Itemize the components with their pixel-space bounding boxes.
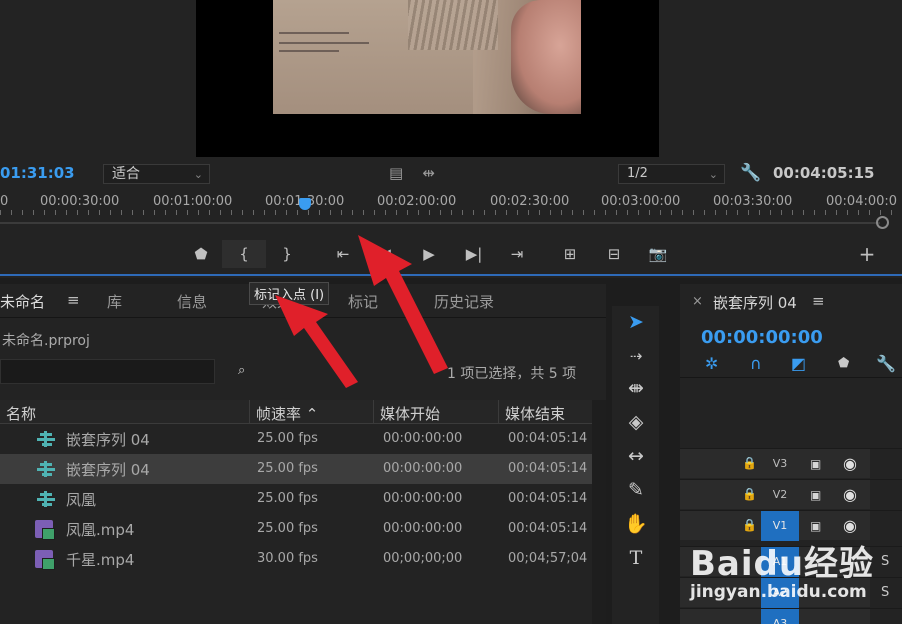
sort-ascending-icon: ⌃ <box>305 405 319 423</box>
table-row[interactable]: 千星.mp4 30.00 fps 00;00;00;00 00;04;57;04 <box>0 544 592 574</box>
tab-info[interactable]: 信息 <box>177 291 207 312</box>
overwrite-button[interactable]: ⊟ <box>600 240 628 268</box>
tab-project[interactable]: 未命名 <box>0 291 45 312</box>
nest-toggle-icon[interactable]: ✲ <box>705 354 718 373</box>
timeline-settings-wrench-icon[interactable]: 🔧 <box>876 354 896 373</box>
hand-tool-icon[interactable]: ✋ <box>624 512 648 536</box>
chevron-down-icon: ⌄ <box>708 168 718 181</box>
eye-icon[interactable]: ◉ <box>843 454 857 473</box>
project-file-name: 未命名.prproj <box>2 333 90 349</box>
track-select-tool-icon[interactable]: ⇢ <box>624 344 648 368</box>
slip-tool-icon[interactable]: ↔ <box>624 444 648 468</box>
sequence-icon <box>37 461 55 477</box>
selection-status: 1 项已选择，共 5 项 <box>447 366 577 382</box>
button-editor-plus-icon[interactable]: + <box>856 240 878 268</box>
tab-libraries[interactable]: 库 <box>107 291 122 312</box>
sequence-icon <box>37 431 55 447</box>
zoom-scrollbar[interactable] <box>0 222 880 224</box>
sequence-tab-title[interactable]: 嵌套序列 04 <box>713 292 797 313</box>
close-icon[interactable]: × <box>692 294 703 309</box>
monitor-mid-controls: ▤ ⇹ <box>389 164 435 182</box>
track-header-v3[interactable]: 🔒 V3 ▣ ◉ <box>680 448 902 478</box>
zoom-fit-select[interactable]: 适合 ⌄ <box>103 164 210 184</box>
track-header-v2[interactable]: 🔒 V2 ▣ ◉ <box>680 479 902 509</box>
chevron-down-icon: ⌄ <box>193 168 203 181</box>
playhead-timecode[interactable]: 01:31:03 <box>0 164 75 182</box>
baidu-jingyan-watermark: Baidu经验 jingyan.baidu.com <box>690 544 875 602</box>
video-frame-image <box>273 0 581 114</box>
add-marker-icon[interactable]: ⬟ <box>838 356 849 371</box>
lock-icon[interactable]: 🔒 <box>742 456 757 470</box>
column-media-end[interactable]: 媒体结束 <box>505 403 565 424</box>
panel-menu-icon[interactable]: ≡ <box>812 292 825 310</box>
step-forward-button[interactable]: ▶| <box>461 240 487 268</box>
type-tool-icon[interactable]: T <box>624 546 648 570</box>
compare-icon[interactable]: ⇹ <box>422 164 435 182</box>
table-row[interactable]: 嵌套序列 04 25.00 fps 00:00:00:00 00:04:05:1… <box>0 424 592 454</box>
pen-tool-icon[interactable]: ✎ <box>624 478 648 502</box>
mark-out-button[interactable]: } <box>276 240 298 268</box>
add-marker-button[interactable]: ⬟ <box>190 240 212 268</box>
zoom-scroll-handle[interactable] <box>876 216 889 229</box>
filmstrip-icon[interactable]: ▤ <box>389 164 403 182</box>
annotation-arrow-right <box>358 235 448 374</box>
lock-icon[interactable]: 🔒 <box>742 487 757 501</box>
wrench-icon[interactable]: 🔧 <box>740 163 761 183</box>
sequence-icon <box>37 491 55 507</box>
timeline-timecode[interactable]: 00:00:00:00 <box>701 327 823 348</box>
panel-menu-icon[interactable]: ≡ <box>67 291 80 309</box>
table-row[interactable]: 凤凰 25.00 fps 00:00:00:00 00:04:05:14 <box>0 484 592 514</box>
video-clip-icon <box>35 520 55 540</box>
project-items-table: 名称 帧速率 ⌃ 媒体开始 媒体结束 嵌套序列 04 25.00 fps 00:… <box>0 400 592 574</box>
table-row[interactable]: 凤凰.mp4 25.00 fps 00:00:00:00 00:04:05:14 <box>0 514 592 544</box>
search-input[interactable] <box>0 359 215 384</box>
sync-lock-icon[interactable]: ▣ <box>810 488 821 502</box>
mark-in-button[interactable]: { <box>222 240 266 268</box>
playback-resolution-select[interactable]: 1/2 ⌄ <box>618 164 725 184</box>
export-frame-camera-icon[interactable]: 📷 <box>645 240 671 268</box>
video-clip-icon <box>35 550 55 570</box>
playhead-marker[interactable] <box>299 198 311 210</box>
search-icon[interactable]: ⌕ <box>238 363 245 378</box>
razor-tool-icon[interactable]: ◈ <box>624 410 648 434</box>
premiere-window: { "program_monitor": { "timecode_left": … <box>0 0 902 624</box>
duration-timecode: 00:04:05:15 <box>773 164 875 182</box>
table-header: 名称 帧速率 ⌃ 媒体开始 媒体结束 <box>0 400 592 424</box>
video-preview <box>196 0 659 157</box>
ripple-edit-tool-icon[interactable]: ⇼ <box>624 376 648 400</box>
selection-tool-icon[interactable]: ➤ <box>624 310 648 334</box>
sync-lock-icon[interactable]: ▣ <box>810 457 821 471</box>
go-to-out-button[interactable]: ⇥ <box>504 240 530 268</box>
snap-magnet-icon[interactable]: ∩ <box>750 354 762 373</box>
column-media-start[interactable]: 媒体开始 <box>380 403 440 424</box>
tools-panel: ➤ ⇢ ⇼ ◈ ↔ ✎ ✋ T <box>612 306 659 624</box>
eye-icon[interactable]: ◉ <box>843 485 857 504</box>
time-ruler[interactable]: 0 00:00:30:00 00:01:00:00 00:01:30:00 00… <box>0 192 902 218</box>
column-name[interactable]: 名称 <box>6 403 36 424</box>
insert-button[interactable]: ⊞ <box>556 240 584 268</box>
column-frame-rate[interactable]: 帧速率 ⌃ <box>256 403 318 424</box>
linked-selection-icon[interactable]: ◩ <box>791 354 806 373</box>
project-scrollbar[interactable] <box>592 400 606 624</box>
table-row-selected[interactable]: 嵌套序列 04 25.00 fps 00:00:00:00 00:04:05:1… <box>0 454 592 484</box>
